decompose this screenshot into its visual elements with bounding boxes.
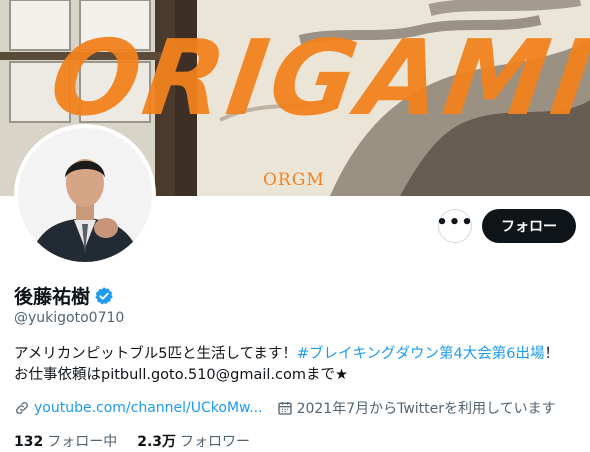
banner-logo-text: ORIGAMI — [43, 17, 590, 139]
following-stat[interactable]: 132 フォロー中 — [14, 431, 117, 451]
following-count: 132 — [14, 434, 44, 450]
calendar-icon — [277, 402, 292, 415]
profile-bio: アメリカンピットブル5匹と生活してます！#ブレイキングダウン第4大会第6出場！ … — [14, 344, 584, 386]
followers-count: 2.3万 — [137, 434, 177, 450]
profile-name-row: 後藤祐樹 — [14, 282, 114, 309]
link-icon — [16, 402, 28, 414]
bio-text: アメリカンピットブル5匹と生活してます！ — [14, 346, 297, 362]
bio-line-2: お仕事依頼はpitbull.goto.510@gmail.comまで★ — [14, 367, 348, 383]
avatar[interactable] — [14, 124, 156, 266]
profile-meta: youtube.com/channel/UCkoMw... 2021年7月からT… — [14, 398, 556, 418]
follow-button[interactable]: フォロー — [482, 209, 576, 243]
joined-date: 2021年7月からTwitterを利用しています — [296, 401, 556, 417]
bio-hashtag-link[interactable]: #ブレイキングダウン第4大会第6出場 — [297, 346, 545, 362]
profile-handle: @yukigoto0710 — [14, 310, 125, 326]
banner-logo-subtext: ORGM — [263, 170, 325, 190]
bio-line-1: アメリカンピットブル5匹と生活してます！#ブレイキングダウン第4大会第6出場！ — [14, 344, 584, 365]
followers-label: フォロワー — [180, 434, 251, 450]
verified-badge-icon[interactable] — [94, 286, 114, 306]
bio-text-end: ！ — [544, 346, 560, 362]
more-icon: ••• — [436, 212, 474, 233]
display-name: 後藤祐樹 — [14, 286, 91, 308]
followers-stat[interactable]: 2.3万 フォロワー — [137, 431, 250, 451]
following-label: フォロー中 — [47, 434, 118, 450]
avatar-photo — [18, 128, 152, 262]
website-link[interactable]: youtube.com/channel/UCkoMw... — [34, 400, 263, 416]
more-options-button[interactable]: ••• — [436, 209, 474, 243]
profile-stats: 132 フォロー中 2.3万 フォロワー — [14, 431, 250, 451]
